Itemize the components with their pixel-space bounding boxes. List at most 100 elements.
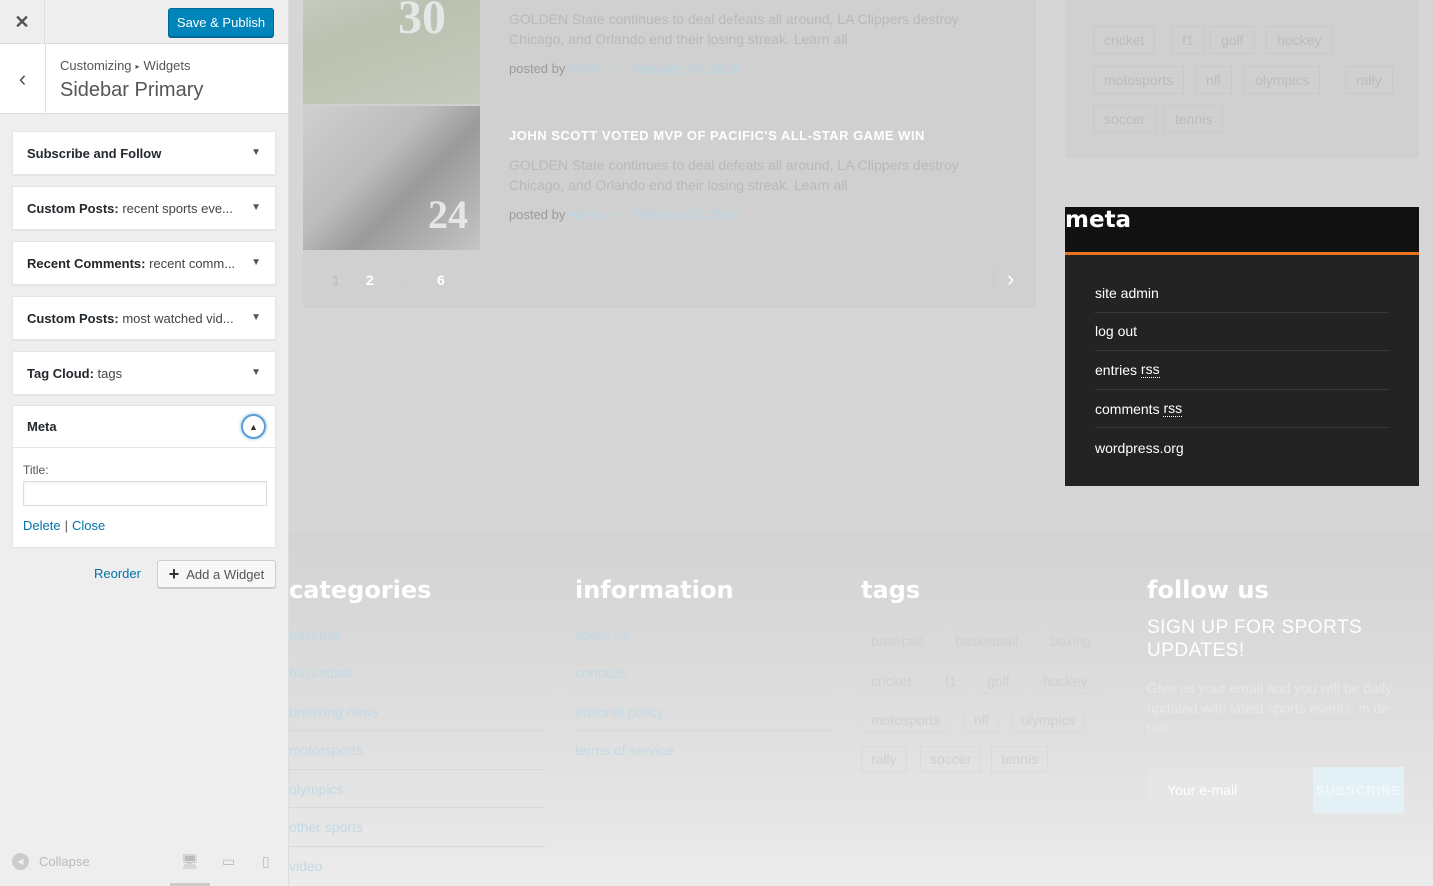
tablet-preview-icon[interactable]: ▭ (222, 853, 235, 870)
rss-abbr: rss (1163, 400, 1183, 418)
widget-custom-posts-most-watched[interactable]: Custom Posts: most watched vid... ▼ (12, 296, 276, 340)
tag-link[interactable]: olympics (1244, 66, 1321, 94)
widget-title: recent comm... (145, 255, 236, 271)
author-link[interactable]: Admin (568, 61, 605, 76)
next-page-icon[interactable]: › (1007, 266, 1014, 292)
footer-category-link[interactable]: baseball (289, 627, 341, 643)
newsletter-email-input[interactable]: Your e-mail (1147, 767, 1313, 813)
expand-arrow-icon[interactable]: ▼ (251, 202, 261, 213)
tag-link[interactable]: nfl (1195, 66, 1232, 94)
widget-type: Meta (27, 419, 57, 434)
widget-header[interactable]: Custom Posts: most watched vid... ▼ (13, 297, 275, 339)
delete-link[interactable]: Delete (23, 518, 61, 533)
collapse-button[interactable]: ◀ Collapse (12, 853, 90, 870)
widget-tag-cloud[interactable]: Tag Cloud: tags ▼ (12, 351, 276, 395)
tag-link[interactable]: motosports (1093, 66, 1185, 94)
footer-tag-link[interactable]: boxing (1040, 628, 1102, 654)
meta-link-label: entries (1095, 361, 1141, 378)
breadcrumb-current: Widgets (143, 58, 191, 73)
footer-tag-link[interactable]: f1 (935, 668, 967, 694)
footer-tag-link[interactable]: baseball (861, 628, 934, 654)
thumbnail-text: 30 (398, 0, 446, 44)
widget-header[interactable]: Meta ▲ (13, 406, 275, 448)
save-publish-button[interactable]: Save & Publish (168, 8, 274, 37)
footer-tag-link[interactable]: nfl (964, 707, 999, 733)
footer-category-link[interactable]: motorsports (289, 742, 363, 758)
meta-link-label: comments (1095, 400, 1164, 417)
widget-header[interactable]: Tag Cloud: tags ▼ (13, 352, 275, 394)
footer-category-link[interactable]: olympics (289, 781, 343, 797)
footer-info-link[interactable]: terms of service (575, 742, 674, 758)
widget-header[interactable]: Subscribe and Follow ▼ (13, 132, 275, 174)
footer-tag-link[interactable]: soccer (920, 746, 982, 772)
expand-arrow-icon[interactable]: ▼ (251, 367, 261, 378)
widget-recent-comments[interactable]: Recent Comments: recent comm... ▼ (12, 241, 276, 285)
footer-info-link[interactable]: contacts (575, 665, 627, 681)
widget-subscribe-and-follow[interactable]: Subscribe and Follow ▼ (12, 131, 276, 175)
customizer-header: ✕ Save & Publish (0, 0, 288, 44)
footer-tag-link[interactable]: rally (861, 746, 907, 772)
meta-link-wordpress-org[interactable]: wordpress.org (1095, 428, 1389, 467)
post-title[interactable]: JOHN SCOTT VOTED MVP OF PACIFIC'S ALL-ST… (509, 128, 925, 143)
footer-info-link[interactable]: editorial policy (575, 704, 664, 720)
footer-tag-link[interactable]: motosports (861, 707, 951, 733)
title-input[interactable] (23, 481, 267, 506)
widget-title: most watched vid... (118, 310, 234, 326)
footer-divider (289, 846, 545, 847)
post-thumbnail[interactable]: 30 (303, 0, 480, 104)
post-thumbnail[interactable]: 24 (303, 106, 480, 250)
tag-link[interactable]: soccer (1093, 105, 1157, 133)
widget-header[interactable]: Recent Comments: recent comm... ▼ (13, 242, 275, 284)
widget-header[interactable]: Custom Posts: recent sports eve... ▼ (13, 187, 275, 229)
date-link[interactable]: February 24, 2016 (632, 61, 738, 76)
breadcrumb: Customizing ▸ Widgets (60, 58, 191, 73)
tag-link[interactable]: rally (1345, 66, 1393, 94)
footer-category-link[interactable]: breaking news (289, 704, 379, 720)
footer-tag-link[interactable]: olympics (1011, 707, 1086, 733)
footer-category-link[interactable]: basketball (289, 665, 352, 681)
add-widget-button[interactable]: + Add a Widget (157, 560, 276, 588)
page-link-6[interactable]: 6 (437, 272, 445, 288)
page-link-2[interactable]: 2 (366, 272, 374, 288)
tag-link[interactable]: cricket (1093, 26, 1156, 54)
collapse-arrow-icon[interactable]: ▲ (241, 414, 266, 439)
mobile-preview-icon[interactable]: ▯ (262, 853, 270, 870)
footer-tag-link[interactable]: basketball (945, 628, 1029, 654)
tag-link[interactable]: golf (1210, 26, 1255, 54)
desktop-preview-icon[interactable]: 🖥 (181, 853, 199, 870)
tag-link[interactable]: hockey (1266, 26, 1333, 54)
meta-widget-header: meta (1065, 207, 1419, 255)
footer-divider (289, 730, 545, 731)
posted-by-label: posted by (509, 207, 566, 222)
footer-category-link[interactable]: other sports (289, 819, 363, 835)
reorder-link[interactable]: Reorder (94, 566, 141, 581)
footer-info-link[interactable]: about us (575, 627, 629, 643)
footer-tag-link[interactable]: tennis (991, 746, 1049, 772)
widget-form: Title: Delete | Close (13, 448, 275, 533)
meta-link-site-admin[interactable]: site admin (1095, 274, 1389, 313)
back-arrow-icon[interactable]: ‹ (0, 44, 46, 114)
tag-link[interactable]: f1 (1171, 26, 1205, 54)
footer-tag-link[interactable]: golf (977, 668, 1020, 694)
close-icon[interactable]: ✕ (0, 0, 45, 44)
footer-tag-link[interactable]: hockey (1033, 668, 1098, 694)
meta-link-entries-rss[interactable]: entries rss (1095, 351, 1389, 390)
expand-arrow-icon[interactable]: ▼ (251, 257, 261, 268)
page-ellipsis: ... (399, 272, 411, 288)
date-link[interactable]: February 24, 2016 (632, 207, 738, 222)
subscribe-button[interactable]: SUBSCRIBE (1313, 767, 1404, 813)
close-link[interactable]: Close (72, 518, 105, 533)
widget-type: Tag Cloud: (27, 365, 94, 381)
footer-category-link[interactable]: video (289, 858, 322, 874)
pager-divider (993, 268, 994, 290)
meta-link-comments-rss[interactable]: comments rss (1095, 390, 1389, 429)
meta-link-log-out[interactable]: log out (1095, 313, 1389, 352)
footer-categories-title: categories (289, 576, 432, 604)
widget-custom-posts-recent[interactable]: Custom Posts: recent sports eve... ▼ (12, 186, 276, 230)
expand-arrow-icon[interactable]: ▼ (251, 312, 261, 323)
author-link[interactable]: Admin (568, 207, 605, 222)
expand-arrow-icon[interactable]: ▼ (251, 147, 261, 158)
footer-tag-link[interactable]: cricket (861, 668, 922, 694)
tag-link[interactable]: tennis (1164, 105, 1224, 133)
page-link-1[interactable]: 1 (332, 272, 340, 288)
